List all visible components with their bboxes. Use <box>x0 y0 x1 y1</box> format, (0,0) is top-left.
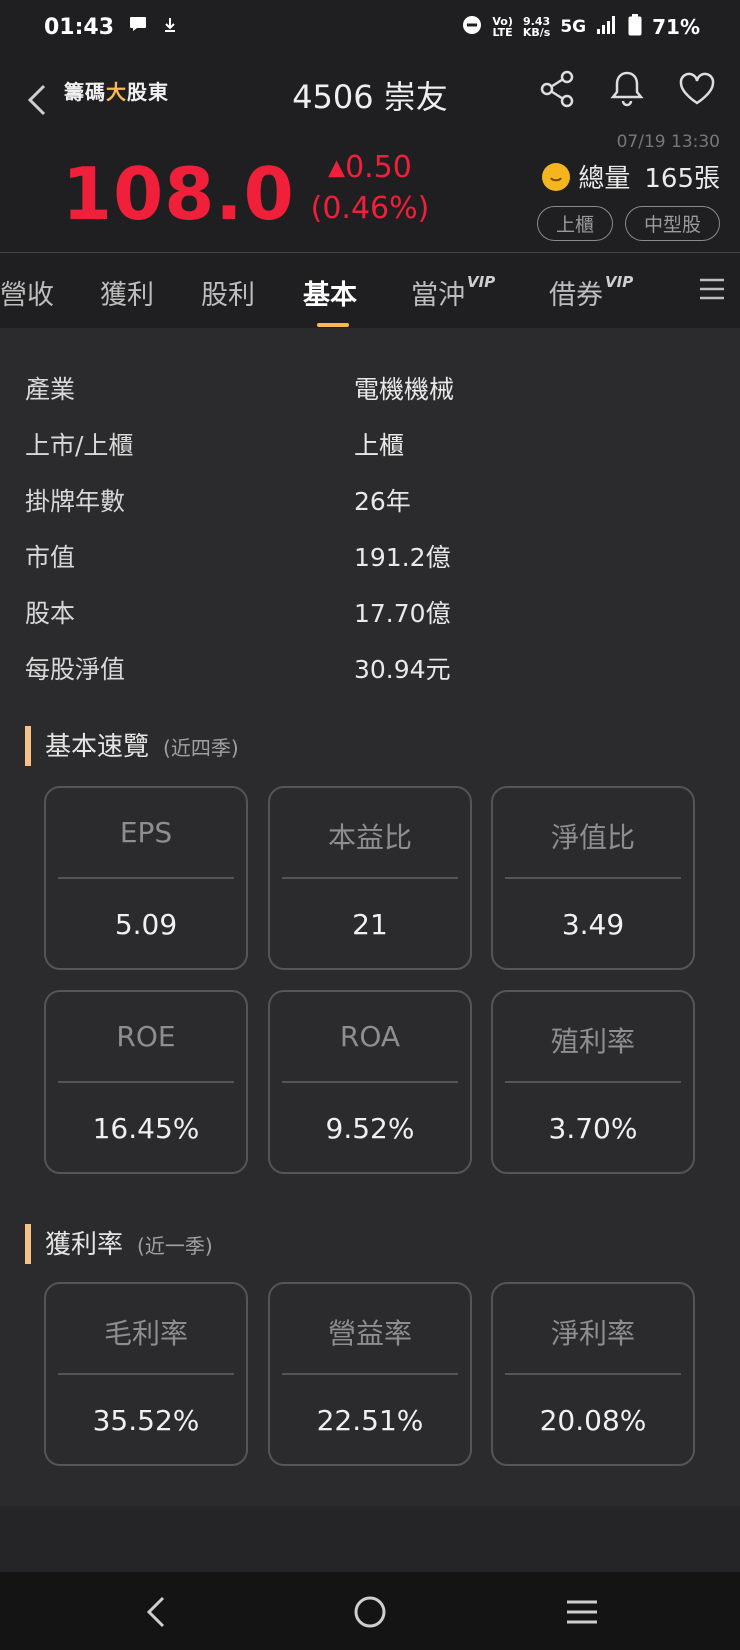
metric-card-yield: 殖利率 3.70% <box>491 990 695 1174</box>
info-value: 191.2億 <box>354 543 451 572</box>
basic-info-panel: 產業 電機機械 上市/上櫃 上櫃 掛牌年數 26年 市值 191.2億 股本 1… <box>0 328 740 1506</box>
price-change-percent: (0.46%) <box>310 190 430 226</box>
stock-header: 籌碼大股東 4506 崇友 07/19 13:30 108.0 ▲0.50 (0… <box>0 54 740 252</box>
page-title: 4506 崇友 <box>292 78 448 116</box>
tab-securities-lending[interactable]: 借券 VIP <box>549 273 633 312</box>
content-bottom-area <box>0 1506 740 1572</box>
system-nav-bar <box>0 1572 740 1650</box>
metric-card-operating-margin: 營益率 22.51% <box>268 1282 472 1466</box>
metric-card-gross-margin: 毛利率 35.52% <box>44 1282 248 1466</box>
tab-daytrade[interactable]: 當沖 VIP <box>411 273 495 312</box>
network-type: 5G <box>560 17 587 37</box>
metric-card-net-margin: 淨利率 20.08% <box>491 1282 695 1466</box>
info-value: 26年 <box>354 487 411 516</box>
metric-card-pb: 淨值比 3.49 <box>491 786 695 970</box>
favorite-button[interactable] <box>676 68 718 110</box>
info-value: 電機機械 <box>354 375 455 404</box>
metric-card-pe: 本益比 21 <box>268 786 472 970</box>
hamburger-icon <box>567 1600 597 1624</box>
volume: 總量 165張 <box>542 158 720 195</box>
market-tag: 上櫃 <box>536 206 613 241</box>
info-label: 產業 <box>25 375 76 404</box>
info-label: 掛牌年數 <box>25 487 126 516</box>
info-value: 30.94元 <box>354 655 451 684</box>
status-bar: 01:43 Vo) LTE 9.43 KB/s 5G 71% <box>0 0 740 54</box>
alert-button[interactable] <box>606 68 648 110</box>
info-label: 上市/上櫃 <box>25 431 134 460</box>
active-tab-indicator <box>317 323 349 327</box>
info-value: 上櫃 <box>354 431 405 460</box>
tab-basic[interactable]: 基本 <box>303 273 357 312</box>
tab-bar: 營收 獲利 股利 基本 當沖 VIP 借券 VIP <box>0 252 740 328</box>
home-circle-icon <box>354 1596 386 1628</box>
size-tag: 中型股 <box>624 206 720 241</box>
download-icon <box>162 15 178 40</box>
share-button[interactable] <box>536 68 578 110</box>
chevron-left-icon <box>27 84 46 116</box>
tab-revenue[interactable]: 營收 <box>0 273 54 312</box>
network-speed: 9.43 KB/s <box>522 15 551 39</box>
dnd-icon <box>462 15 482 40</box>
section-overview-title: 基本速覽 (近四季) <box>25 726 239 766</box>
battery-level: 71% <box>652 15 700 39</box>
info-label: 每股淨值 <box>25 655 126 684</box>
battery-icon <box>628 13 642 41</box>
stock-price: 108.0 <box>62 152 295 236</box>
nav-recents-button[interactable] <box>562 1592 602 1632</box>
signal-icon <box>596 15 618 40</box>
info-value: 17.70億 <box>354 599 451 628</box>
section-accent-bar <box>25 1224 31 1264</box>
price-change: ▲0.50 (0.46%) <box>310 148 430 229</box>
volte-indicator: Vo) LTE <box>492 15 513 39</box>
metric-card-roe: ROE 16.45% <box>44 990 248 1174</box>
brand-logo: 籌碼大股東 <box>64 80 169 104</box>
triangle-up-icon: ▲ <box>328 155 346 181</box>
smile-icon <box>542 162 571 191</box>
timestamp: 07/19 13:30 <box>616 132 720 152</box>
status-time: 01:43 <box>44 14 115 40</box>
hamburger-icon <box>700 278 724 300</box>
metric-card-eps: EPS 5.09 <box>44 786 248 970</box>
heart-icon <box>679 72 715 105</box>
bell-icon <box>610 71 644 107</box>
tab-dividend[interactable]: 股利 <box>201 273 255 312</box>
tab-profit[interactable]: 獲利 <box>100 273 154 312</box>
chat-icon <box>128 14 148 40</box>
chevron-left-icon <box>146 1596 165 1628</box>
back-button[interactable] <box>26 72 62 128</box>
section-accent-bar <box>25 726 31 766</box>
nav-back-button[interactable] <box>136 1592 176 1632</box>
nav-home-button[interactable] <box>350 1592 390 1632</box>
share-icon <box>540 70 574 108</box>
info-label: 市值 <box>25 543 76 572</box>
metric-card-roa: ROA 9.52% <box>268 990 472 1174</box>
info-label: 股本 <box>25 599 76 628</box>
menu-button[interactable] <box>698 277 728 301</box>
section-profitability-title: 獲利率 (近一季) <box>25 1224 213 1264</box>
